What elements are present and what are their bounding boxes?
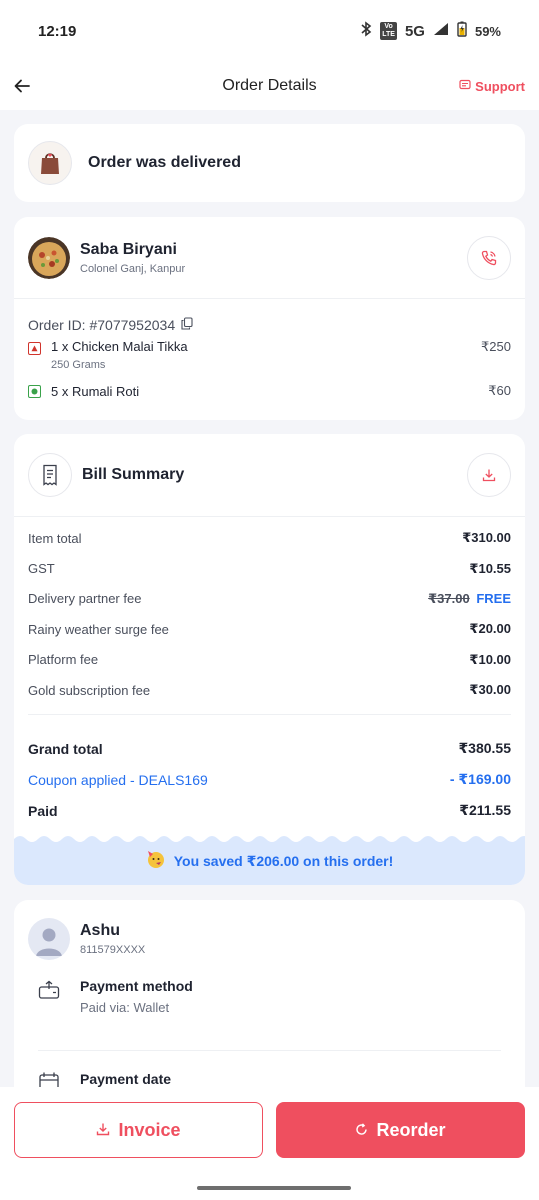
bill-row: GST ₹10.55 (28, 553, 511, 583)
bill-summary-title: Bill Summary (82, 466, 185, 483)
restaurant-location: Colonel Ganj, Kanpur (80, 262, 186, 275)
chat-icon (459, 79, 471, 94)
bill-label: Item total (28, 530, 82, 546)
item-detail: 250 Grams (51, 359, 106, 371)
back-arrow-icon[interactable] (14, 73, 44, 99)
status-time: 12:19 (38, 22, 77, 40)
paid-row: Paid ₹211.55 (28, 795, 511, 826)
avatar (28, 918, 70, 960)
page-title: Order Details (222, 77, 317, 94)
bill-label: Rainy weather surge fee (28, 621, 169, 637)
gesture-bar (197, 1186, 351, 1190)
reorder-label: Reorder (376, 1119, 446, 1140)
status-icons: Vo LTE 5G 59% (360, 21, 501, 41)
grand-total-amount: ₹380.55 (458, 740, 511, 757)
app-header: Order Details Support (0, 62, 539, 110)
free-badge: FREE (476, 590, 511, 606)
bill-row: Delivery partner fee ₹37.00 FREE (28, 584, 511, 614)
bill-amount: ₹20.00 (469, 621, 511, 637)
coupon-amount: - ₹169.00 (449, 771, 511, 788)
support-label: Support (475, 78, 525, 94)
payment-method-label: Payment method (80, 978, 193, 994)
payment-method-row: Payment method Paid via: Wallet (14, 978, 525, 1050)
order-id: Order ID: #7077952034 (28, 317, 176, 333)
bill-label: Platform fee (28, 652, 99, 668)
bill-row: Platform fee ₹10.00 (28, 645, 511, 675)
bill-amount: ₹310.00 (462, 530, 511, 546)
download-icon (482, 469, 496, 482)
refresh-icon (355, 1120, 368, 1141)
order-item: 1 x Chicken Malai Tikka 250 Grams ₹250 (28, 339, 511, 371)
savings-banner: You saved ₹206.00 on this order! (14, 833, 525, 885)
item-price: ₹250 (481, 339, 511, 354)
signal-icon (433, 22, 449, 40)
struck-amount: ₹37.00 (428, 590, 470, 606)
battery-percent: 59% (474, 23, 501, 39)
battery-icon (457, 21, 467, 41)
restaurant-name: Saba Biryani (80, 240, 177, 258)
wallet-icon (38, 980, 60, 1005)
payment-method-value: Paid via: Wallet (80, 1000, 170, 1015)
bill-label: GST (28, 561, 55, 577)
customer-card: Ashu 811579XXXX Payment method Paid via:… (14, 900, 525, 1100)
grand-total-label: Grand total (28, 740, 103, 757)
customer-phone: 811579XXXX (80, 944, 146, 956)
coupon-row: Coupon applied - DEALS169 - ₹169.00 (28, 764, 511, 795)
order-id-row: Order ID: #7077952034 (28, 317, 511, 333)
item-name: 5 x Rumali Roti (51, 383, 140, 399)
bill-amount: ₹30.00 (469, 682, 511, 698)
restaurant-avatar (28, 236, 70, 279)
order-status-text: Order was delivered (88, 154, 241, 171)
download-bill-button[interactable] (467, 453, 511, 497)
order-status-card: Order was delivered (14, 124, 525, 202)
payment-date-label: Payment date (80, 1071, 172, 1087)
veg-icon (28, 384, 41, 398)
restaurant-card: Saba Biryani Colonel Ganj, Kanpur Order … (14, 217, 525, 420)
bill-rows: Item total ₹310.00 GST ₹10.55 Delivery p… (14, 517, 525, 705)
order-item: 5 x Rumali Roti ₹60 (28, 383, 511, 399)
delivery-bag-icon (28, 141, 72, 185)
bill-amount: ₹10.55 (469, 560, 511, 576)
bill-row: Item total ₹310.00 (28, 523, 511, 553)
user-icon (36, 928, 62, 956)
bill-row: Gold subscription fee ₹30.00 (28, 675, 511, 705)
volte-icon: Vo LTE (380, 22, 397, 40)
invoice-button[interactable]: Invoice (14, 1102, 263, 1158)
bill-label: Delivery partner fee (28, 591, 142, 607)
savings-text: You saved ₹206.00 on this order! (173, 853, 394, 869)
bill-amount: ₹10.00 (469, 651, 511, 667)
call-button[interactable] (467, 235, 511, 280)
download-icon (96, 1120, 110, 1141)
receipt-icon (28, 453, 72, 497)
customer-name: Ashu (80, 922, 120, 939)
reorder-button[interactable]: Reorder (276, 1102, 525, 1158)
invoice-label: Invoice (118, 1119, 181, 1140)
status-bar: 12:19 Vo LTE 5G 59% (0, 0, 539, 62)
bill-summary-card: Bill Summary Item total ₹310.00 GST ₹10.… (14, 434, 525, 885)
support-link[interactable]: Support (459, 79, 525, 94)
copy-icon[interactable] (181, 317, 193, 333)
party-face-icon (146, 849, 166, 874)
bill-label: Gold subscription fee (28, 682, 151, 698)
grand-total-row: Grand total ₹380.55 (28, 733, 511, 764)
non-veg-icon (28, 342, 41, 355)
phone-icon (481, 250, 497, 265)
coupon-label: Coupon applied - DEALS169 (28, 771, 208, 788)
network-type: 5G (404, 22, 425, 40)
paid-amount: ₹211.55 (459, 802, 511, 819)
item-name: 1 x Chicken Malai Tikka (51, 339, 188, 354)
bluetooth-icon (360, 21, 372, 41)
item-price: ₹60 (488, 383, 511, 398)
paid-label: Paid (28, 802, 58, 819)
bill-row: Rainy weather surge fee ₹20.00 (28, 614, 511, 644)
